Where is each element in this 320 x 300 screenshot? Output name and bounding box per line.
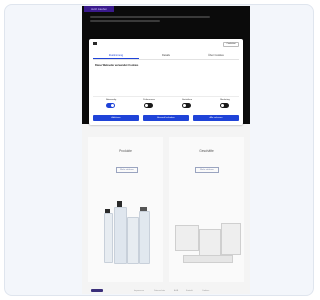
section-title: Produkte: [119, 149, 132, 153]
consent-toggle-row: Notwendig Präferenzen Statistiken Market…: [93, 96, 239, 110]
hero-headline-line: [90, 20, 160, 22]
products-section: Produkte Mehr erfahren: [88, 137, 163, 282]
marketing-switch[interactable]: [220, 103, 229, 108]
section-link-button[interactable]: Mehr erfahren: [195, 167, 219, 173]
footer-link[interactable]: Impressum: [134, 290, 144, 292]
screenshot-frame: Jetzt kaufen Produkte Mehr erfahren Gesc…: [0, 0, 318, 300]
toggle-necessary: Notwendig: [93, 99, 129, 109]
section-link-button[interactable]: Mehr erfahren: [116, 167, 138, 173]
consent-button-row: Ablehnen Auswahl erlauben Alle zulassen: [93, 115, 239, 121]
stores-section: Geschäfte Mehr erfahren: [169, 137, 244, 282]
deny-button[interactable]: Ablehnen: [93, 115, 139, 121]
top-cta-button[interactable]: Jetzt kaufen: [84, 6, 114, 12]
cookie-consent-dialog: Cookiebot Zustimmung Details Über Cookie…: [89, 39, 243, 125]
section-title: Geschäfte: [199, 149, 214, 153]
allow-selection-button[interactable]: Auswahl erlauben: [143, 115, 189, 121]
footer-link[interactable]: Datenschutz: [154, 290, 165, 292]
toggle-marketing: Marketing: [207, 99, 243, 109]
toggle-label: Präferenzen: [143, 99, 155, 101]
hero-headline-line: [90, 16, 210, 18]
site-footer: Impressum Datenschutz AGB Kontakt Cookie…: [82, 286, 250, 294]
footer-logo: [91, 289, 103, 292]
toggle-preferences: Präferenzen: [131, 99, 167, 109]
consent-tabs: Zustimmung Details Über Cookies: [93, 52, 239, 60]
necessary-switch[interactable]: [106, 103, 115, 108]
site-logo-icon: [93, 42, 97, 45]
preferences-switch[interactable]: [144, 103, 153, 108]
tab-details[interactable]: Details: [143, 52, 189, 59]
consent-title: Diese Webseite verwendet Cookies: [95, 64, 139, 67]
allow-all-button[interactable]: Alle zulassen: [193, 115, 239, 121]
toggle-label: Marketing: [220, 99, 230, 101]
footer-link[interactable]: Cookies: [202, 290, 209, 292]
toggle-label: Notwendig: [105, 99, 117, 101]
footer-link[interactable]: Kontakt: [186, 290, 193, 292]
tab-about-cookies[interactable]: Über Cookies: [193, 52, 239, 59]
cookiebot-badge[interactable]: Cookiebot: [223, 42, 239, 47]
tab-consent[interactable]: Zustimmung: [93, 52, 139, 59]
toggle-label: Statistiken: [181, 99, 193, 101]
footer-link[interactable]: AGB: [174, 290, 178, 292]
statistics-switch[interactable]: [182, 103, 191, 108]
toggle-statistics: Statistiken: [169, 99, 205, 109]
